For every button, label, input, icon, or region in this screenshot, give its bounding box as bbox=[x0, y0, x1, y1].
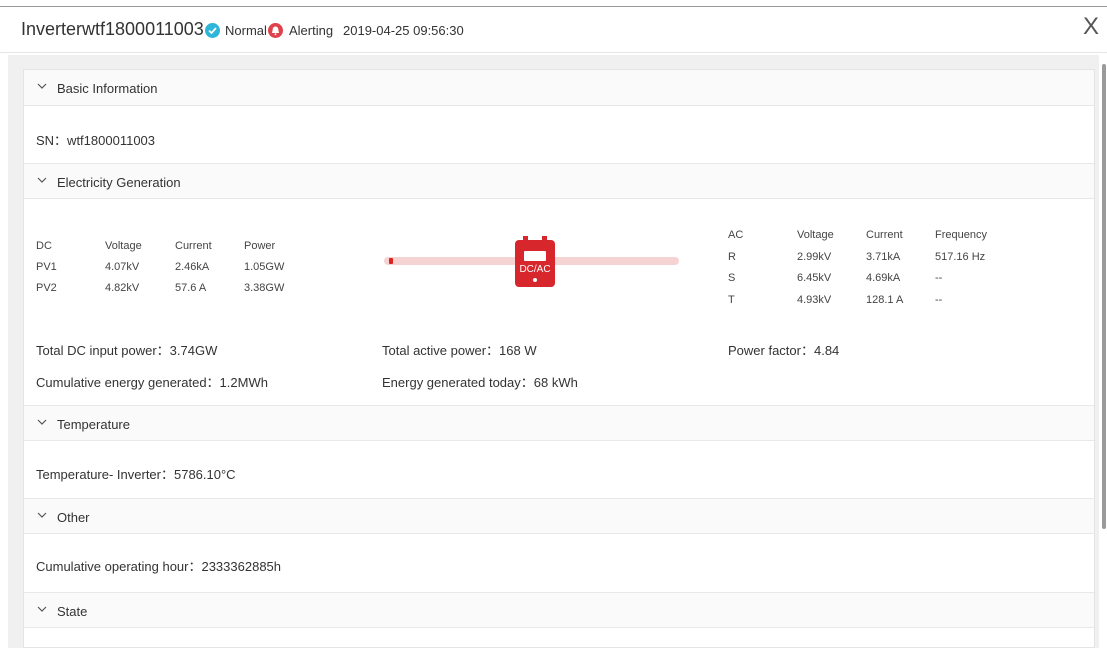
section-header-generation[interactable]: Electricity Generation bbox=[24, 163, 1094, 199]
inverter-icon: DC/AC bbox=[515, 236, 555, 287]
ac-row-voltage: 2.99kV bbox=[797, 251, 832, 263]
inverter-temperature: Temperature- Inverter：5786.10°C bbox=[36, 467, 236, 482]
ac-row-frequency: 517.16 Hz bbox=[935, 251, 986, 263]
dc-row-current: 57.6 A bbox=[175, 282, 207, 294]
chevron-down-icon bbox=[37, 512, 47, 518]
alarm-bell-icon bbox=[268, 23, 283, 38]
ac-row-current: 3.71kA bbox=[866, 251, 901, 263]
section-title: Electricity Generation bbox=[57, 175, 181, 190]
dc-row-power: 3.38GW bbox=[244, 282, 285, 294]
dc-row-voltage: 4.82kV bbox=[105, 282, 140, 294]
device-title: Inverterwtf1800011003 bbox=[21, 19, 204, 39]
section-title: State bbox=[57, 604, 88, 619]
ac-row-phase: R bbox=[728, 251, 736, 263]
dc-row-name: PV1 bbox=[36, 261, 57, 273]
ac-row-phase: T bbox=[728, 294, 735, 306]
detail-panel: Basic Information SN：wtf1800011003 Elect… bbox=[23, 69, 1095, 648]
section-header-state[interactable]: State bbox=[24, 592, 1094, 628]
dialog-header: Inverterwtf1800011003 Normal Alerting 20… bbox=[0, 7, 1107, 53]
total-dc-input-power: Total DC input power：3.74GW bbox=[36, 343, 218, 358]
dc-header-voltage: Voltage bbox=[105, 240, 142, 252]
section-header-temperature[interactable]: Temperature bbox=[24, 405, 1094, 441]
dc-row-voltage: 4.07kV bbox=[105, 261, 140, 273]
serial-number: SN：wtf1800011003 bbox=[36, 133, 156, 148]
status-alert-label: Alerting bbox=[289, 23, 334, 38]
cumulative-energy: Cumulative energy generated：1.2MWh bbox=[36, 375, 268, 390]
energy-today: Energy generated today：68 kWh bbox=[382, 375, 578, 390]
power-factor: Power factor：4.84 bbox=[728, 343, 840, 358]
power-flow-marker bbox=[389, 258, 393, 264]
ac-header-voltage: Voltage bbox=[797, 229, 834, 241]
dc-row-current: 2.46kA bbox=[175, 261, 210, 273]
section-header-other[interactable]: Other bbox=[24, 498, 1094, 534]
dc-row-name: PV2 bbox=[36, 282, 57, 294]
inverter-label: DC/AC bbox=[519, 264, 551, 275]
status-timestamp: 2019-04-25 09:56:30 bbox=[343, 23, 464, 38]
chevron-down-icon bbox=[37, 83, 47, 89]
dc-header-label: DC bbox=[36, 240, 52, 252]
ac-header-label: AC bbox=[728, 229, 744, 241]
section-header-basic[interactable]: Basic Information bbox=[24, 70, 1094, 106]
ac-header-frequency: Frequency bbox=[935, 229, 987, 241]
ac-row-phase: S bbox=[728, 272, 736, 284]
ac-row-current: 128.1 A bbox=[866, 294, 904, 306]
dc-header-current: Current bbox=[175, 240, 212, 252]
chevron-down-icon bbox=[37, 606, 47, 612]
close-icon[interactable]: X bbox=[1083, 15, 1099, 39]
chevron-down-icon bbox=[37, 177, 47, 183]
ac-row-voltage: 6.45kV bbox=[797, 272, 832, 284]
section-title: Basic Information bbox=[57, 81, 158, 96]
status-normal-label: Normal bbox=[225, 23, 267, 38]
ac-row-frequency: -- bbox=[935, 294, 943, 306]
check-circle-icon bbox=[205, 23, 220, 38]
dc-header-power: Power bbox=[244, 240, 276, 252]
section-title: Temperature bbox=[57, 417, 130, 432]
ac-row-current: 4.69kA bbox=[866, 272, 901, 284]
dc-row-power: 1.05GW bbox=[244, 261, 285, 273]
ac-row-voltage: 4.93kV bbox=[797, 294, 832, 306]
ac-header-current: Current bbox=[866, 229, 903, 241]
chevron-down-icon bbox=[37, 419, 47, 425]
total-active-power: Total active power：168 W bbox=[382, 343, 537, 358]
operating-hours: Cumulative operating hour：2333362885h bbox=[36, 559, 282, 574]
ac-row-frequency: -- bbox=[935, 272, 943, 284]
section-title: Other bbox=[57, 510, 90, 525]
scrollbar[interactable] bbox=[1102, 64, 1106, 529]
